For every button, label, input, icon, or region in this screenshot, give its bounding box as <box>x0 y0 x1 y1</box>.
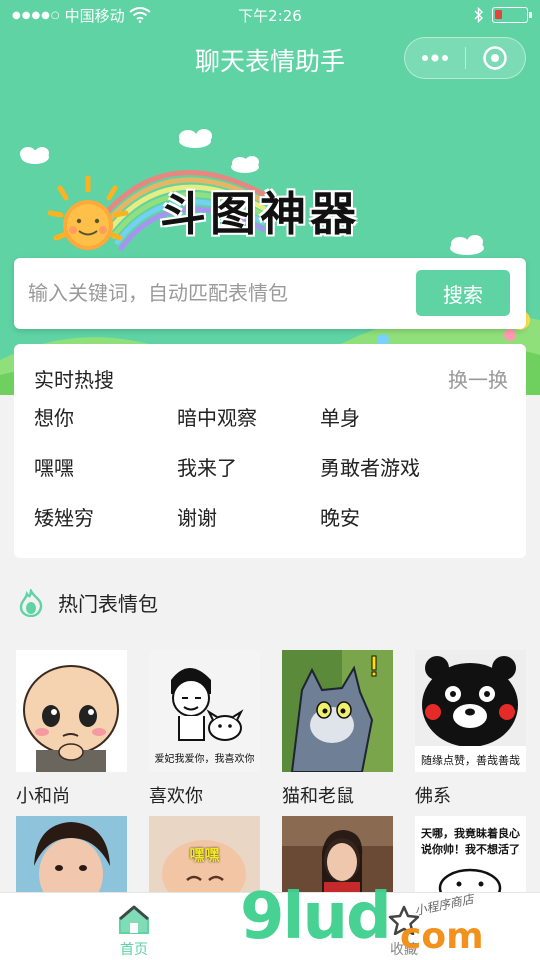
battery-icon <box>492 7 532 23</box>
target-circle-icon <box>483 46 507 70</box>
sticker-card[interactable]: 小和尚 <box>16 650 127 810</box>
sticker-caption: 佛系 <box>415 786 451 807</box>
bluetooth-icon <box>474 7 483 23</box>
sun-icon <box>47 175 129 250</box>
more-dots-icon <box>421 54 448 62</box>
sticker-image <box>16 650 127 772</box>
sticker-image[interactable]: 天哪，我竟昧着良心说你帅！我不想活了 <box>415 816 526 896</box>
hot-term[interactable]: 勇敢者游戏 <box>320 456 490 480</box>
more-button[interactable] <box>405 38 465 78</box>
hero-banner: ●●●●○ 中国移动 下午2:26 聊天表情助手 斗图神器 <box>0 0 540 395</box>
status-bar: ●●●●○ 中国移动 下午2:26 <box>0 0 540 30</box>
sticker-overlay-text: 嘿嘿 <box>189 846 220 864</box>
hot-term[interactable]: 我来了 <box>177 456 320 480</box>
banner-title: 斗图神器 <box>160 187 360 241</box>
hot-term[interactable]: 谢谢 <box>177 506 320 530</box>
search-box: 搜索 <box>14 258 526 329</box>
search-input[interactable] <box>28 270 408 316</box>
popular-header: 热门表情包 <box>18 588 158 617</box>
sticker-card[interactable]: 随缘点赞，善哉善哉 佛系 <box>415 650 526 810</box>
sticker-card[interactable]: 猫和老鼠 <box>282 650 393 810</box>
hot-term[interactable]: 矮矬穷 <box>34 506 177 530</box>
popular-title: 热门表情包 <box>58 592 158 616</box>
watermark-suffix: com <box>400 916 484 957</box>
hot-term[interactable]: 单身 <box>320 406 490 430</box>
tab-home[interactable]: 首页 <box>94 901 174 959</box>
refresh-button[interactable]: 换一换 <box>448 364 508 393</box>
hot-term[interactable]: 想你 <box>34 406 177 430</box>
sticker-caption: 喜欢你 <box>149 786 203 807</box>
sticker-overlay-text: 爱妃我爱你，我喜欢你 <box>154 754 255 765</box>
sticker-image: 爱妃我爱你，我喜欢你 <box>149 650 260 772</box>
home-icon <box>119 905 149 934</box>
clock: 下午2:26 <box>238 6 302 25</box>
sticker-caption: 猫和老鼠 <box>282 786 354 807</box>
fire-icon <box>19 588 43 617</box>
sticker-card[interactable]: 爱妃我爱你，我喜欢你 喜欢你 <box>149 650 260 810</box>
tab-home-label: 首页 <box>120 942 148 958</box>
hot-search-list: 想你 暗中观察 单身 嘿嘿 我来了 勇敢者游戏 矮矬穷 谢谢 晚安 <box>34 406 494 530</box>
mini-program-capsule <box>404 37 526 79</box>
sticker-overlay-text: 随缘点赞，善哉善哉 <box>421 754 520 767</box>
search-button[interactable]: 搜索 <box>416 270 510 316</box>
close-button[interactable] <box>466 38 526 78</box>
hot-term[interactable]: 嘿嘿 <box>34 456 177 480</box>
hot-search-title: 实时热搜 <box>34 368 114 392</box>
hot-search-card: 实时热搜 换一换 想你 暗中观察 单身 嘿嘿 我来了 勇敢者游戏 矮矬穷 谢谢 … <box>14 344 526 558</box>
sticker-image <box>282 650 393 772</box>
sticker-image: 随缘点赞，善哉善哉 <box>415 650 526 772</box>
sticker-image[interactable] <box>16 816 127 896</box>
popular-grid: 小和尚 爱妃我爱你，我喜欢你 喜欢你 猫和老鼠 随缘点赞，善哉善哉 佛系 <box>16 650 526 810</box>
hot-term[interactable]: 晚安 <box>320 506 490 530</box>
sticker-overlay-text: 天哪，我竟昧着良心说你帅！我不想活了 <box>421 827 520 856</box>
hot-term[interactable]: 暗中观察 <box>177 406 320 430</box>
watermark-logo: 9lud <box>240 880 392 954</box>
sticker-caption: 小和尚 <box>16 786 70 807</box>
